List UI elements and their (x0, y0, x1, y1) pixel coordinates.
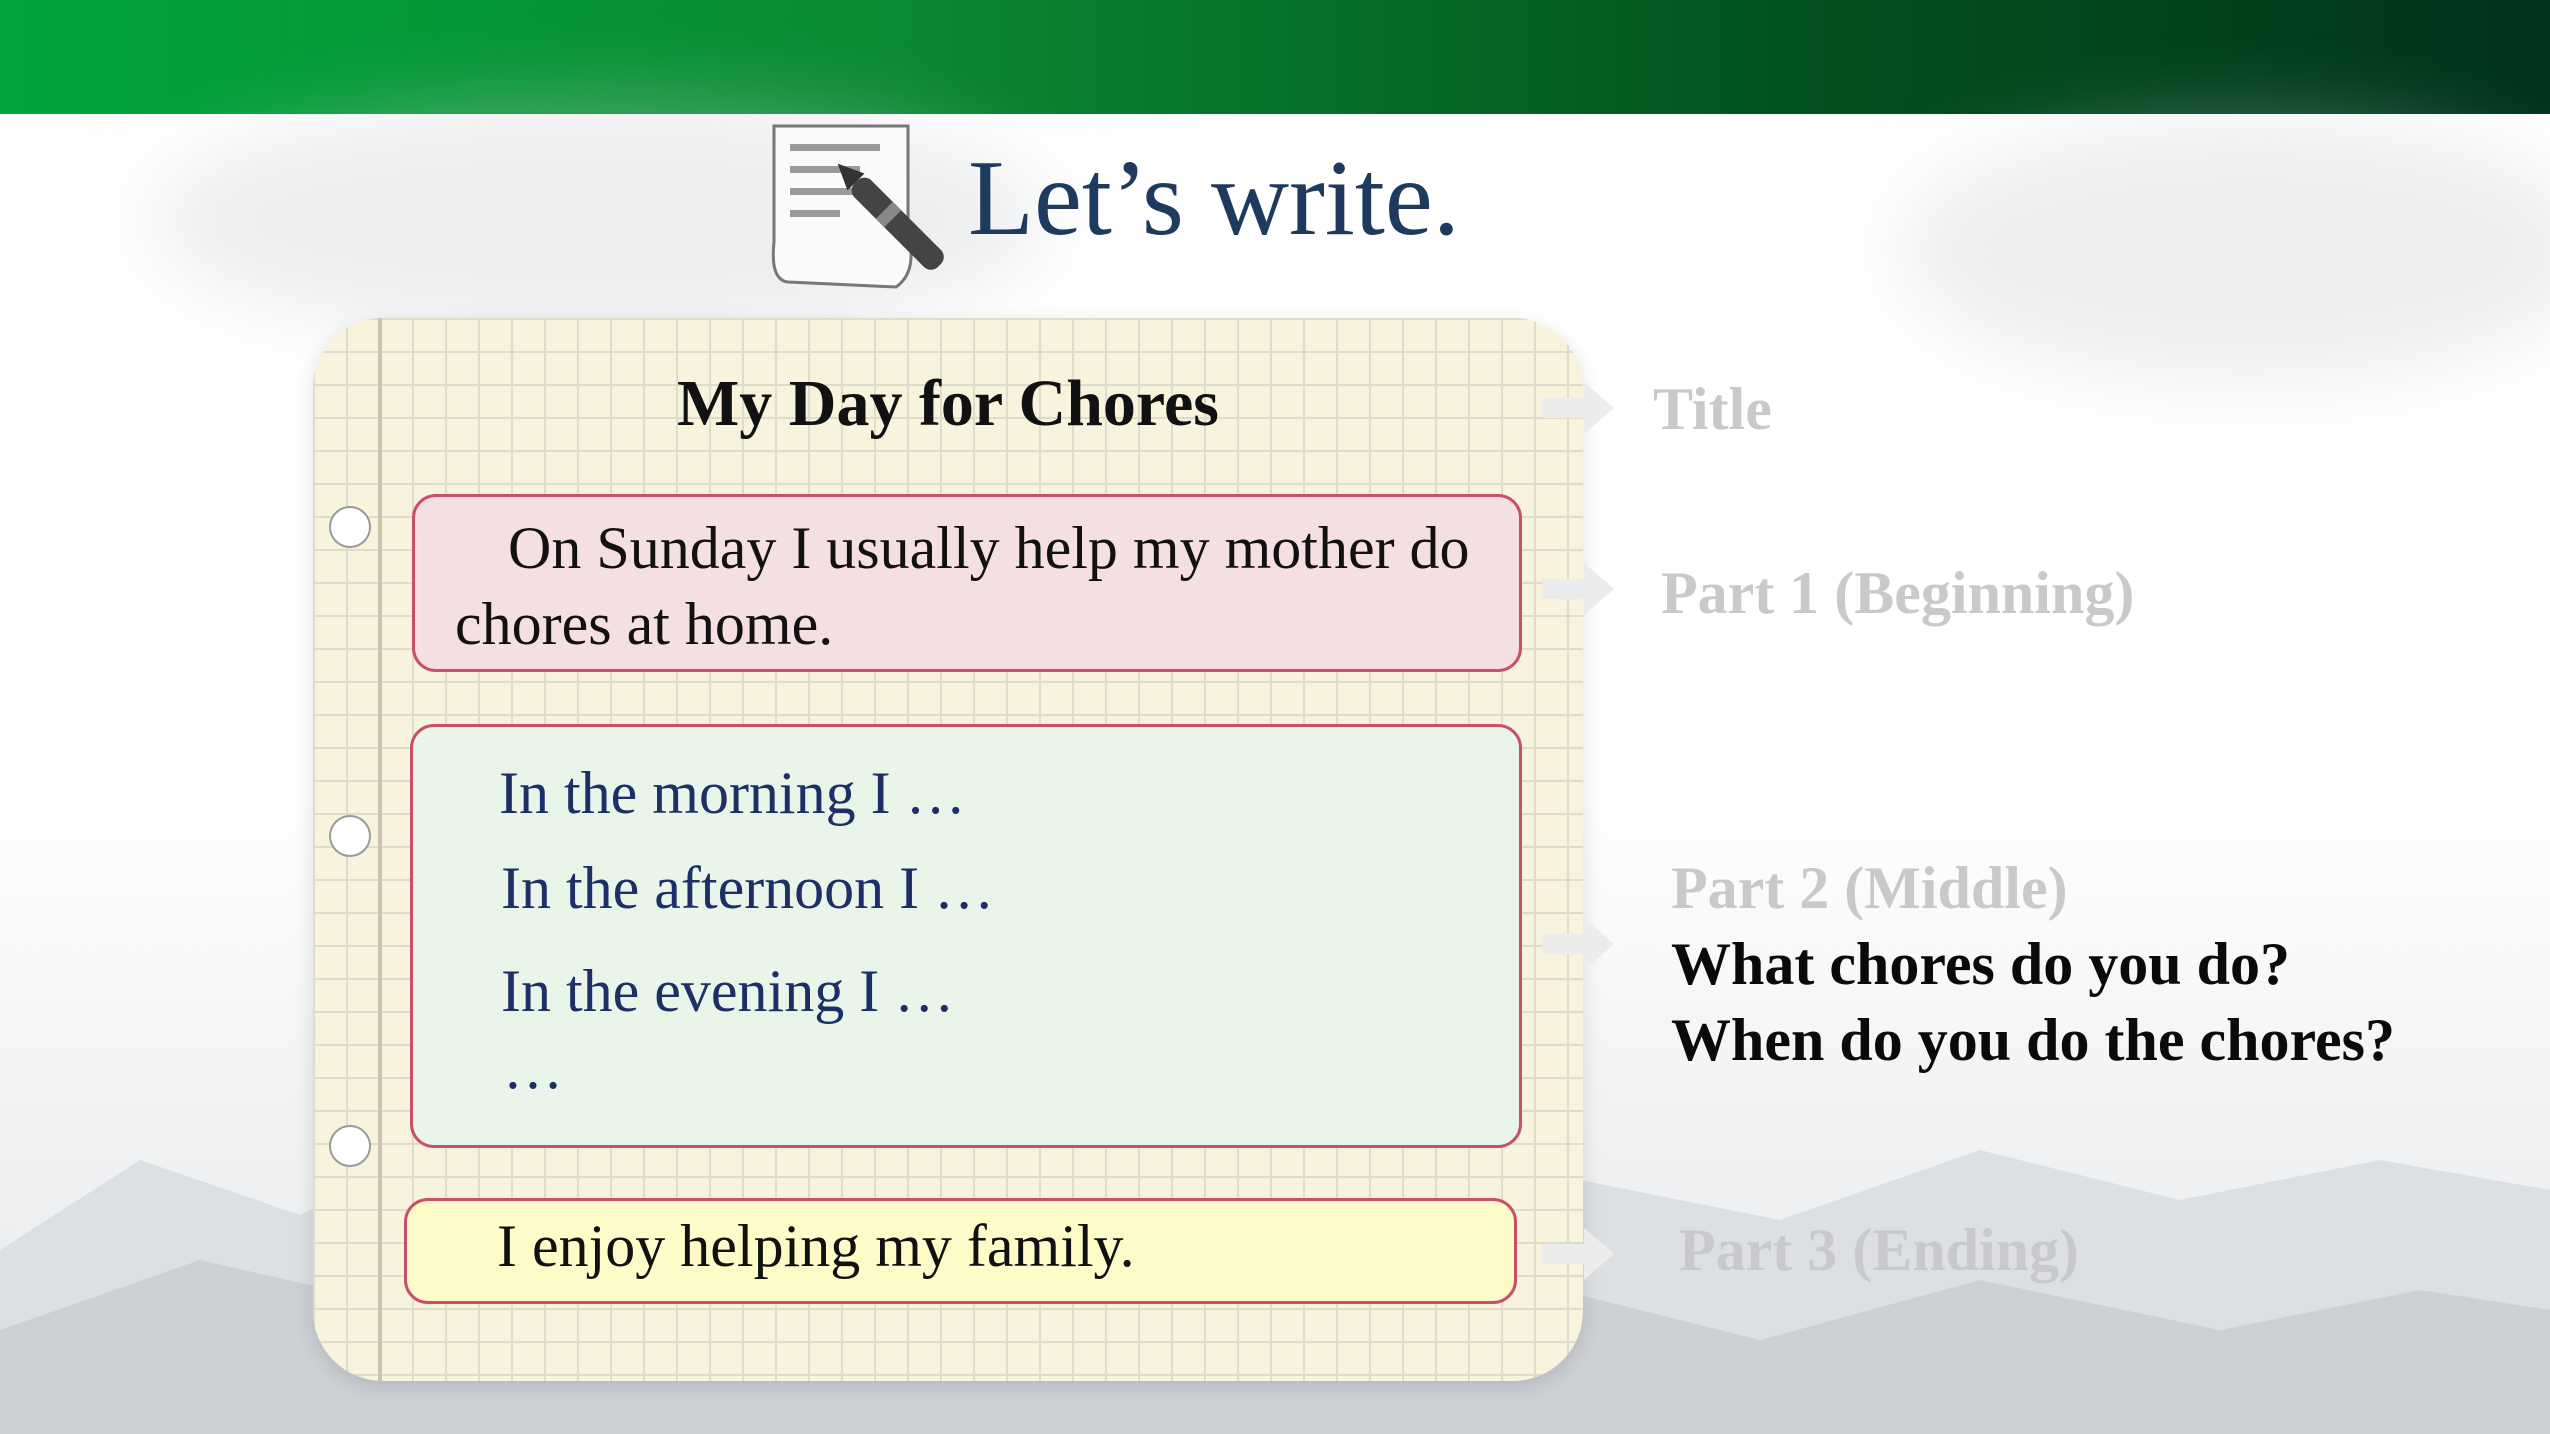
label-part1: Part 1 (Beginning) (1661, 560, 2135, 626)
top-green-bar (0, 0, 2550, 114)
beginning-line-1: On Sunday I usually help my mother do (508, 515, 1470, 581)
arrow-right-icon (1542, 563, 1614, 615)
binder-hole (329, 815, 371, 857)
binder-hole (329, 1125, 371, 1167)
arrow-right-icon (1542, 382, 1614, 434)
margin-line (378, 318, 382, 1381)
background-mist (1900, 120, 2550, 380)
arrow-right-icon (1542, 1228, 1614, 1280)
arrow-right-icon (1542, 918, 1614, 970)
binder-hole (329, 506, 371, 548)
essay-title: My Day for Chores (677, 367, 1219, 440)
label-part2: Part 2 (Middle) (1671, 855, 2068, 921)
middle-line-morning: In the morning I … (499, 760, 966, 826)
label-part3: Part 3 (Ending) (1679, 1217, 2080, 1283)
label-part2-question-2: When do you do the chores? (1671, 1007, 2395, 1073)
middle-line-ellipsis: … (503, 1035, 563, 1101)
middle-line-afternoon: In the afternoon I … (501, 855, 995, 921)
middle-line-evening: In the evening I … (501, 958, 955, 1024)
beginning-line-2: chores at home. (455, 591, 834, 657)
document-pen-icon (771, 124, 944, 289)
label-part2-question-1: What chores do you do? (1671, 931, 2290, 997)
ending-line-1: I enjoy helping my family. (497, 1213, 1135, 1279)
label-title: Title (1653, 376, 1772, 442)
slide-title: Let’s write. (968, 139, 1460, 258)
notebook-paper: My Day for Chores On Sunday I usually he… (313, 318, 1583, 1381)
